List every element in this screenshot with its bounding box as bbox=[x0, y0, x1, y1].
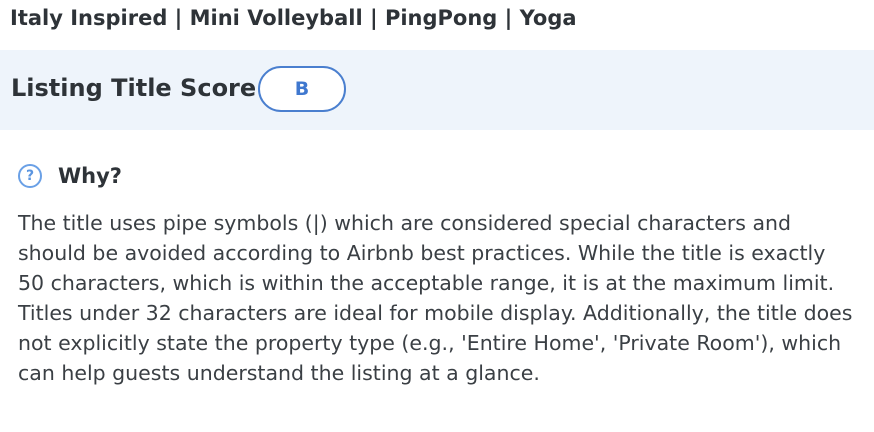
listing-title: Italy Inspired | Mini Volleyball | PingP… bbox=[10, 6, 577, 30]
grade-badge: B bbox=[258, 66, 346, 112]
why-label: Why? bbox=[58, 164, 122, 188]
explanation-text: The title uses pipe symbols (|) which ar… bbox=[18, 211, 853, 385]
question-circle-icon: ? bbox=[18, 164, 42, 188]
score-header: Listing Title Score B bbox=[0, 50, 874, 130]
score-label: Listing Title Score bbox=[11, 74, 257, 102]
why-section-header: ? Why? bbox=[18, 164, 122, 188]
